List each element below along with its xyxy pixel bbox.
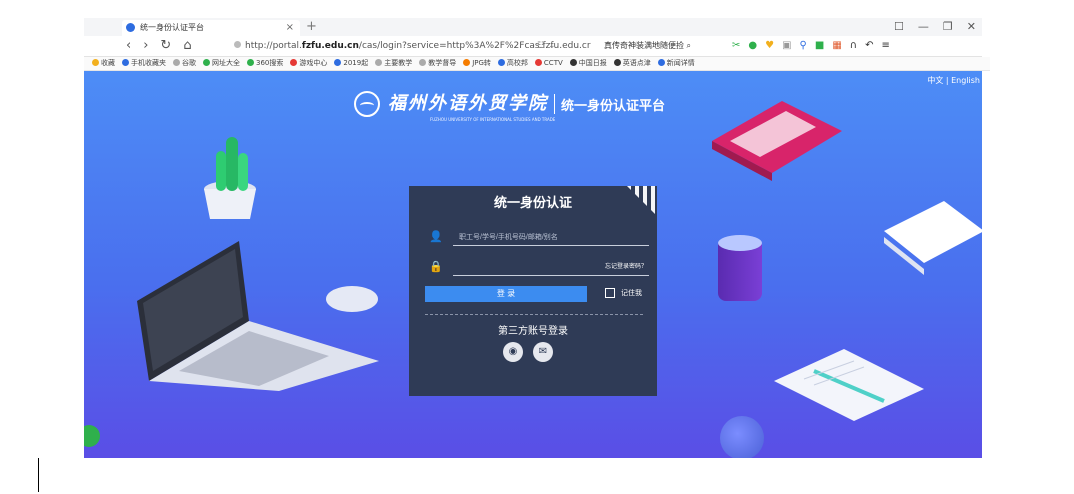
qq-login-icon[interactable]: ◉	[503, 342, 523, 362]
bookmark-item[interactable]: 中国日报	[569, 57, 607, 70]
school-name-en: FUZHOU UNIVERSITY OF INTERNATIONAL STUDI…	[430, 117, 556, 122]
remember-label: 记住我	[621, 289, 642, 297]
green-circle-icon[interactable]: ●	[748, 39, 757, 53]
wechat-login-icon[interactable]: ✉	[533, 342, 553, 362]
platform-title: 统一身份认证平台	[561, 98, 666, 114]
apps-icon[interactable]: ▦	[832, 39, 841, 53]
bookmark-item[interactable]: 360搜索	[247, 57, 283, 70]
refresh-icon[interactable]: ↻	[160, 38, 171, 54]
third-party-title: 第三方账号登录	[498, 326, 568, 337]
cut-icon[interactable]: ✂	[732, 39, 740, 53]
bookmark-item[interactable]: 英语点津	[613, 57, 651, 70]
username-field: 👤	[425, 228, 649, 246]
papers-illustration	[884, 201, 982, 275]
screenshot-icon[interactable]: ▣	[782, 39, 791, 53]
menu-icon[interactable]: ≡	[882, 39, 890, 53]
book-illustration	[712, 101, 842, 181]
divider	[425, 314, 643, 315]
lock-icon: 🔒	[429, 260, 443, 273]
browser-tab[interactable]: 统一身份认证平台 ×	[122, 20, 300, 36]
school-logo-icon	[354, 91, 380, 117]
url-prefix: http://portal.	[245, 41, 302, 51]
address-icons: ☷ ⌄	[537, 39, 556, 53]
browser-window: 统一身份认证平台 × + ☐ — ❐ ✕ ‹ › ↻ ⌂ http://port…	[84, 18, 990, 458]
brand-separator	[554, 94, 555, 114]
search-icon[interactable]: ⌕	[687, 41, 691, 50]
url-domain: fzfu.edu.cn	[301, 41, 359, 51]
school-brand: 福州外语外贸学院 FUZHOU UNIVERSITY OF INTERNATIO…	[354, 89, 666, 122]
dropdown-icon[interactable]: ⌄	[548, 41, 556, 51]
language-switch[interactable]: 中文 | English	[927, 75, 980, 86]
url-path: /cas/login?service=http%3A%2F%2Fcas.fzfu…	[358, 41, 591, 51]
back-icon[interactable]: ‹	[126, 38, 131, 54]
insecure-icon	[234, 41, 241, 48]
address-toolbar: ‹ › ↻ ⌂ http://portal.fzfu.edu.cn/cas/lo…	[84, 36, 982, 57]
forward-icon[interactable]: ›	[143, 38, 148, 54]
grid-icon[interactable]: ☷	[537, 41, 545, 51]
green-float-icon[interactable]	[84, 425, 100, 447]
bookmark-item[interactable]: 新闻详情	[657, 57, 695, 70]
skin-icon[interactable]: ☐	[894, 18, 904, 36]
username-underline	[453, 245, 649, 246]
text-cursor	[38, 458, 39, 492]
tab-title: 统一身份认证平台	[140, 23, 204, 32]
user-icon: 👤	[429, 230, 443, 243]
window-controls: ☐ — ❐ ✕	[894, 18, 976, 36]
third-party-logins: ◉ ✉	[503, 342, 553, 362]
toolbar-icons: ✂ ● ♥ ▣ ⚲ ■ ▦ ∩ ↶ ≡	[732, 39, 890, 53]
password-field: 🔒 忘记登录密码？	[425, 258, 649, 276]
mouse-illustration	[326, 286, 378, 312]
tab-close-icon[interactable]: ×	[286, 20, 294, 36]
forgot-password-link[interactable]: 忘记登录密码？	[605, 261, 647, 270]
bookmark-item[interactable]: 教学督导	[419, 57, 456, 70]
sphere-illustration	[720, 416, 764, 458]
remember-me[interactable]: 记住我	[605, 288, 642, 298]
undo-icon[interactable]: ↶	[865, 39, 873, 53]
bookmark-item[interactable]: 高校邦	[497, 57, 528, 70]
bookmark-item[interactable]: JPG转	[463, 57, 491, 70]
site-favicon-icon	[126, 23, 135, 32]
tab-strip: 统一身份认证平台 × + ☐ — ❐ ✕	[84, 18, 982, 36]
bookmark-item[interactable]: 主要教学	[375, 57, 412, 70]
new-tab-button[interactable]: +	[306, 18, 317, 36]
login-page: 中文 | English 福州外语外贸学院 FUZHOU UNIVERSITY …	[84, 71, 982, 458]
username-input[interactable]	[457, 228, 641, 246]
login-title: 统一身份认证	[493, 196, 572, 211]
search-hint[interactable]: 真传奇神装满地随便捡 ⌕	[604, 39, 691, 53]
minimize-button[interactable]: —	[918, 18, 929, 36]
search-hint-text: 真传奇神装满地随便捡	[604, 41, 684, 50]
bookmark-item[interactable]: CCTV	[534, 57, 563, 70]
login-button[interactable]: 登 录	[425, 286, 587, 302]
bookmark-item[interactable]: 游戏中心	[290, 57, 327, 70]
bookmark-item[interactable]: 网址大全	[203, 57, 240, 70]
bookmark-item[interactable]: 2019起	[334, 57, 368, 70]
cactus-pot-illustration	[204, 137, 256, 219]
bookmark-item[interactable]: 谷歌	[173, 57, 196, 70]
notepad-pencil-illustration	[774, 349, 924, 421]
yellow-heart-icon[interactable]: ♥	[765, 39, 774, 53]
home-icon[interactable]: ⌂	[183, 38, 191, 54]
password-underline	[453, 275, 649, 276]
bookmark-item[interactable]: 收藏	[92, 57, 115, 70]
remember-checkbox[interactable]	[605, 288, 615, 298]
restore-button[interactable]: ❐	[943, 18, 953, 36]
magnifier-icon[interactable]: ⚲	[800, 39, 807, 53]
close-button[interactable]: ✕	[967, 18, 976, 36]
headphones-icon[interactable]: ∩	[850, 39, 857, 53]
bookmark-item[interactable]: 手机收藏夹	[122, 57, 166, 70]
school-name: 福州外语外贸学院 FUZHOU UNIVERSITY OF INTERNATIO…	[388, 93, 555, 122]
login-card: 统一身份认证 👤 🔒 忘记登录密码？ 登 录 记住我 第三方账号登录	[409, 186, 657, 396]
bookmarks-bar: 收藏 手机收藏夹 谷歌 网址大全 360搜索 游戏中心 2019起 主要教学 教…	[84, 57, 990, 71]
green-app-icon[interactable]: ■	[815, 39, 824, 53]
cup-illustration	[718, 235, 762, 301]
nav-buttons: ‹ › ↻ ⌂	[126, 38, 192, 54]
school-name-calligraphy: 福州外语外贸学院	[388, 93, 548, 114]
